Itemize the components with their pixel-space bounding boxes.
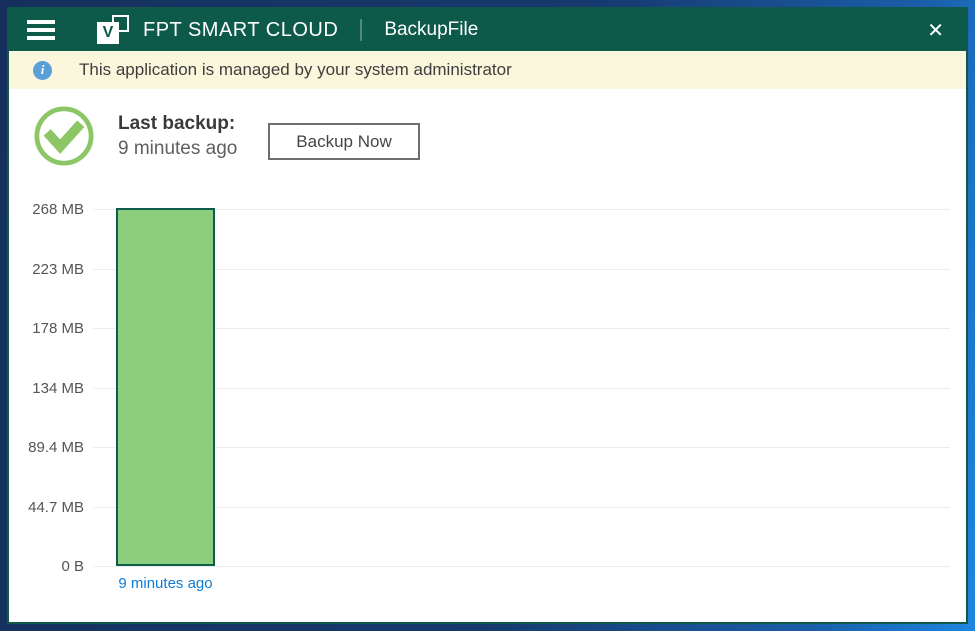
app-name: BackupFile xyxy=(384,19,478,41)
hamburger-menu-icon[interactable] xyxy=(27,18,57,42)
admin-notice-bar: i This application is managed by your sy… xyxy=(9,51,966,89)
logo-letter: V xyxy=(97,22,119,44)
y-axis-tick: 134 MB xyxy=(32,380,84,397)
gridline: 268 MB xyxy=(93,209,950,210)
y-axis-tick: 44.7 MB xyxy=(28,499,84,516)
gridline: 89.4 MB xyxy=(93,447,950,448)
y-axis-tick: 0 B xyxy=(61,558,84,575)
x-axis-category-link[interactable]: 9 minutes ago xyxy=(108,573,223,595)
brand-name: FPT SMART CLOUD xyxy=(143,19,338,42)
titlebar: V FPT SMART CLOUD BackupFile ✕ xyxy=(9,9,966,51)
gridline: 134 MB xyxy=(93,388,950,389)
backup-size-chart: 268 MB 223 MB 178 MB 134 MB 89.4 MB 44.7… xyxy=(9,89,966,622)
brand-logo-icon: V xyxy=(97,15,131,45)
gridline: 0 B xyxy=(93,566,950,567)
main-content: Last backup: 9 minutes ago Backup Now 26… xyxy=(9,89,966,622)
y-axis-tick: 223 MB xyxy=(32,261,84,278)
admin-notice-text: This application is managed by your syst… xyxy=(79,60,512,80)
app-window: V FPT SMART CLOUD BackupFile ✕ i This ap… xyxy=(7,7,968,624)
titlebar-divider xyxy=(360,19,362,41)
close-icon[interactable]: ✕ xyxy=(921,18,950,42)
backup-size-bar[interactable] xyxy=(116,208,215,566)
desktop-background: V FPT SMART CLOUD BackupFile ✕ i This ap… xyxy=(0,0,975,631)
gridline: 178 MB xyxy=(93,328,950,329)
y-axis-tick: 89.4 MB xyxy=(28,439,84,456)
gridline: 44.7 MB xyxy=(93,507,950,508)
y-axis-tick: 268 MB xyxy=(32,201,84,218)
y-axis-tick: 178 MB xyxy=(32,320,84,337)
info-icon: i xyxy=(33,61,52,80)
gridline: 223 MB xyxy=(93,269,950,270)
